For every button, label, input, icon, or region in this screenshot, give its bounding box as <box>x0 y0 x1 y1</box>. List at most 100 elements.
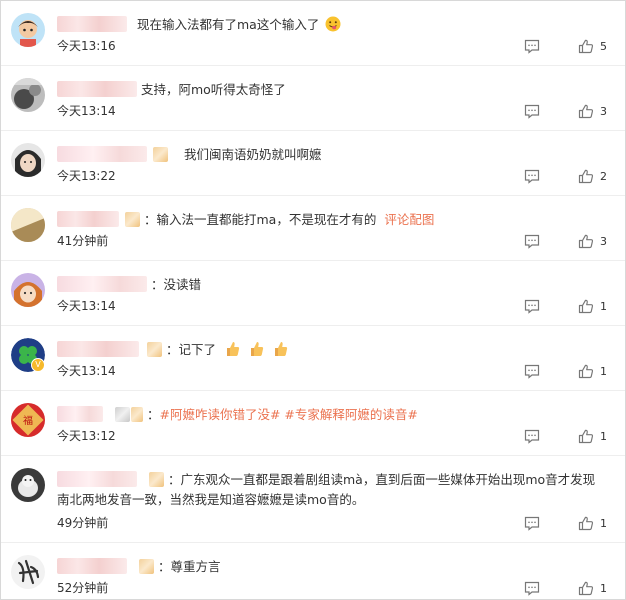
username-blurred[interactable] <box>57 471 137 487</box>
comment-icon <box>524 516 540 531</box>
topic-link[interactable]: #专家解释阿嬷的读音# <box>284 407 417 422</box>
avatar[interactable] <box>11 468 45 502</box>
comment-icon <box>524 364 540 379</box>
thumbs-up-emoji <box>273 341 288 363</box>
comment-item: ：输入法一直都能打ma，不是现在才有的 评论配图 41分钟前 3 <box>1 196 625 261</box>
comment-icon <box>524 39 540 54</box>
reply-button[interactable] <box>524 104 540 119</box>
avatar[interactable] <box>11 555 45 589</box>
like-count: 1 <box>600 430 607 443</box>
thumbs-up-icon <box>578 39 594 54</box>
comment-image-link[interactable]: 评论配图 <box>384 212 434 227</box>
comment-icon <box>524 299 540 314</box>
comment-time: 52分钟前 <box>57 581 109 595</box>
like-count: 1 <box>600 300 607 313</box>
comment-item: ：广东观众一直都是跟着剧组读mà，直到后面一些媒体开始出现mo音才发现南北两地发… <box>1 456 625 543</box>
avatar[interactable] <box>11 273 45 307</box>
comment-item: ：尊重方言 52分钟前 1 <box>1 543 625 599</box>
comment-line: 支持，阿mo听得太奇怪了 <box>57 80 601 100</box>
comment-icon <box>524 234 540 249</box>
like-count: 2 <box>600 170 607 183</box>
like-count: 3 <box>600 235 607 248</box>
medal-icon <box>146 342 162 357</box>
like-button[interactable]: 1 <box>578 364 607 379</box>
avatar[interactable] <box>11 78 45 112</box>
comment-time: 今天13:12 <box>57 429 116 443</box>
comment-time: 今天13:14 <box>57 364 116 378</box>
like-button[interactable]: 2 <box>578 169 607 184</box>
avatar[interactable] <box>11 143 45 177</box>
reply-button[interactable] <box>524 39 540 54</box>
like-button[interactable]: 1 <box>578 581 607 596</box>
comment-item: 福 ：#阿嬷咋读你错了没# #专家解释阿嬷的读音# 今天13:12 1 <box>1 391 625 456</box>
comment-text: 支持，阿mo听得太奇怪了 <box>140 82 286 97</box>
thumbs-up-icon <box>578 234 594 249</box>
username-blurred[interactable] <box>57 406 103 422</box>
comment-time: 49分钟前 <box>57 516 109 530</box>
tongue-face-emoji <box>325 16 341 38</box>
comment-item: 我们闽南语奶奶就叫啊嬷 今天13:22 2 <box>1 131 625 196</box>
like-count: 3 <box>600 105 607 118</box>
comment-line: 我们闽南语奶奶就叫啊嬷 <box>57 145 601 165</box>
username-blurred[interactable] <box>57 341 139 357</box>
like-button[interactable]: 1 <box>578 516 607 531</box>
thumbs-up-icon <box>578 364 594 379</box>
comment-time: 41分钟前 <box>57 234 109 248</box>
comment-text: 尊重方言 <box>170 559 221 574</box>
thumbs-up-icon <box>578 516 594 531</box>
comment-time: 今天13:22 <box>57 169 116 183</box>
like-button[interactable]: 5 <box>578 39 607 54</box>
comment-item: ：没读错 今天13:14 1 <box>1 261 625 326</box>
reply-button[interactable] <box>524 581 540 596</box>
comment-icon <box>524 104 540 119</box>
comment-item: V ：记下了 今天13:14 1 <box>1 326 625 391</box>
comment-icon <box>524 581 540 596</box>
avatar[interactable]: 福 <box>11 403 45 437</box>
username-blurred[interactable] <box>57 16 127 32</box>
comment-line: ：输入法一直都能打ma，不是现在才有的 评论配图 <box>57 210 601 230</box>
username-blurred[interactable] <box>57 558 127 574</box>
comment-time: 今天13:14 <box>57 104 116 118</box>
comment-time: 今天13:14 <box>57 299 116 313</box>
reply-button[interactable] <box>524 364 540 379</box>
medal-icon <box>130 407 143 422</box>
avatar[interactable]: V <box>11 338 45 372</box>
comment-line: ：#阿嬷咋读你错了没# #专家解释阿嬷的读音# <box>57 405 601 425</box>
like-count: 1 <box>600 365 607 378</box>
like-button[interactable]: 3 <box>578 104 607 119</box>
thumbs-up-icon <box>578 104 594 119</box>
avatar[interactable] <box>11 13 45 47</box>
medal-icon <box>152 147 168 162</box>
avatar[interactable] <box>11 208 45 242</box>
like-button[interactable]: 1 <box>578 429 607 444</box>
like-button[interactable]: 1 <box>578 299 607 314</box>
comment-list: 现在输入法都有了ma这个输入了 今天13:16 5 支持，阿mo听得太奇怪了 今… <box>0 0 626 600</box>
topic-link[interactable]: #阿嬷咋读你错了没# <box>159 407 280 422</box>
comment-item: 现在输入法都有了ma这个输入了 今天13:16 5 <box>1 1 625 66</box>
comment-text: 广东观众一直都是跟着剧组读mà，直到后面一些媒体开始出现mo音才发现南北两地发音… <box>57 472 596 507</box>
comment-line: ：记下了 <box>57 340 601 363</box>
username-blurred[interactable] <box>57 211 119 227</box>
comment-icon <box>524 429 540 444</box>
thumbs-up-icon <box>578 581 594 596</box>
comment-text: 记下了 <box>178 342 216 357</box>
reply-button[interactable] <box>524 234 540 249</box>
verified-badge-icon: V <box>31 358 45 372</box>
comment-item: 支持，阿mo听得太奇怪了 今天13:14 3 <box>1 66 625 131</box>
comment-line: ：广东观众一直都是跟着剧组读mà，直到后面一些媒体开始出现mo音才发现南北两地发… <box>57 471 596 507</box>
reply-button[interactable] <box>524 299 540 314</box>
username-blurred[interactable] <box>57 81 137 97</box>
comment-line: 现在输入法都有了ma这个输入了 <box>57 15 601 38</box>
comment-text: 输入法一直都能打ma，不是现在才有的 <box>156 212 377 227</box>
username-blurred[interactable] <box>57 276 147 292</box>
comment-text: 现在输入法都有了ma这个输入了 <box>136 17 320 32</box>
reply-button[interactable] <box>524 169 540 184</box>
reply-button[interactable] <box>524 516 540 531</box>
username-blurred[interactable] <box>57 146 147 162</box>
comment-icon <box>524 169 540 184</box>
reply-button[interactable] <box>524 429 540 444</box>
like-button[interactable]: 3 <box>578 234 607 249</box>
like-count: 5 <box>600 40 607 53</box>
comment-time: 今天13:16 <box>57 39 116 53</box>
thumbs-up-emoji <box>225 341 240 363</box>
